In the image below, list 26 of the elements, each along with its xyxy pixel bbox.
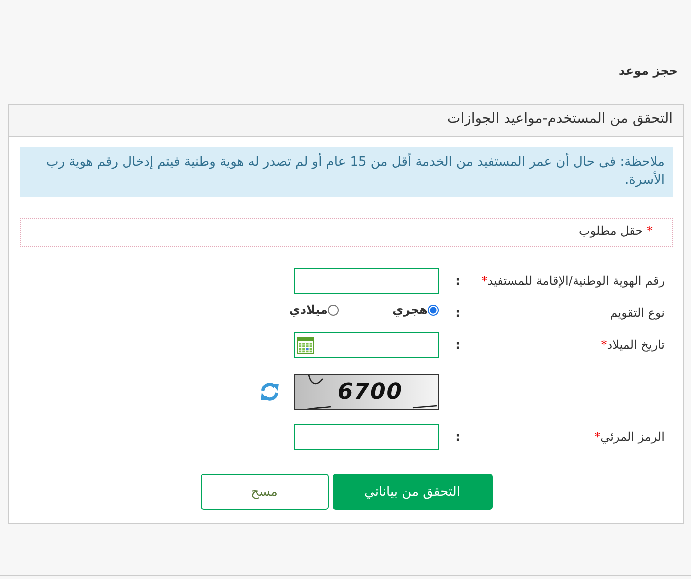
field-label: الرمز المرئي* [594,430,665,444]
calendar-icon[interactable] [297,336,314,354]
field-label: رقم الهوية الوطنية/الإقامة للمستفيد* [480,274,665,288]
radio-button[interactable] [428,304,439,316]
refresh-icon[interactable] [260,382,280,402]
breadcrumb[interactable]: حجز موعد [618,62,678,80]
input-field[interactable] [294,268,439,294]
date-field[interactable] [294,332,439,358]
required-asterisk: * [594,430,601,444]
colon: : [454,306,462,320]
radio-option[interactable]: ميلادي [239,303,339,317]
captcha-code: 6700 [336,380,404,404]
input-field[interactable] [294,424,439,450]
colon: : [454,430,462,444]
required-asterisk: * [601,338,608,352]
required-asterisk: * [482,274,488,288]
field-label: تاريخ الميلاد* [600,338,665,352]
required-field-hint: * حقل مطلوب [20,218,673,247]
info-note: ملاحظة: فى حال أن عمر المستفيد من الخدمة أقل من 15 عام أو لم تصدر له هوية وطنية فيتم إدخال رقم هوية رب الأسرة. [20,147,673,197]
colon: : [454,338,462,352]
field-label: نوع التقويم [609,306,665,320]
colon: : [454,274,462,288]
panel-title: التحقق من المستخدم-مواعيد الجوازات [9,105,683,137]
radio-option[interactable]: هجري [339,303,439,317]
radio-button[interactable] [328,304,339,316]
clear-button[interactable]: مسح [200,474,328,510]
